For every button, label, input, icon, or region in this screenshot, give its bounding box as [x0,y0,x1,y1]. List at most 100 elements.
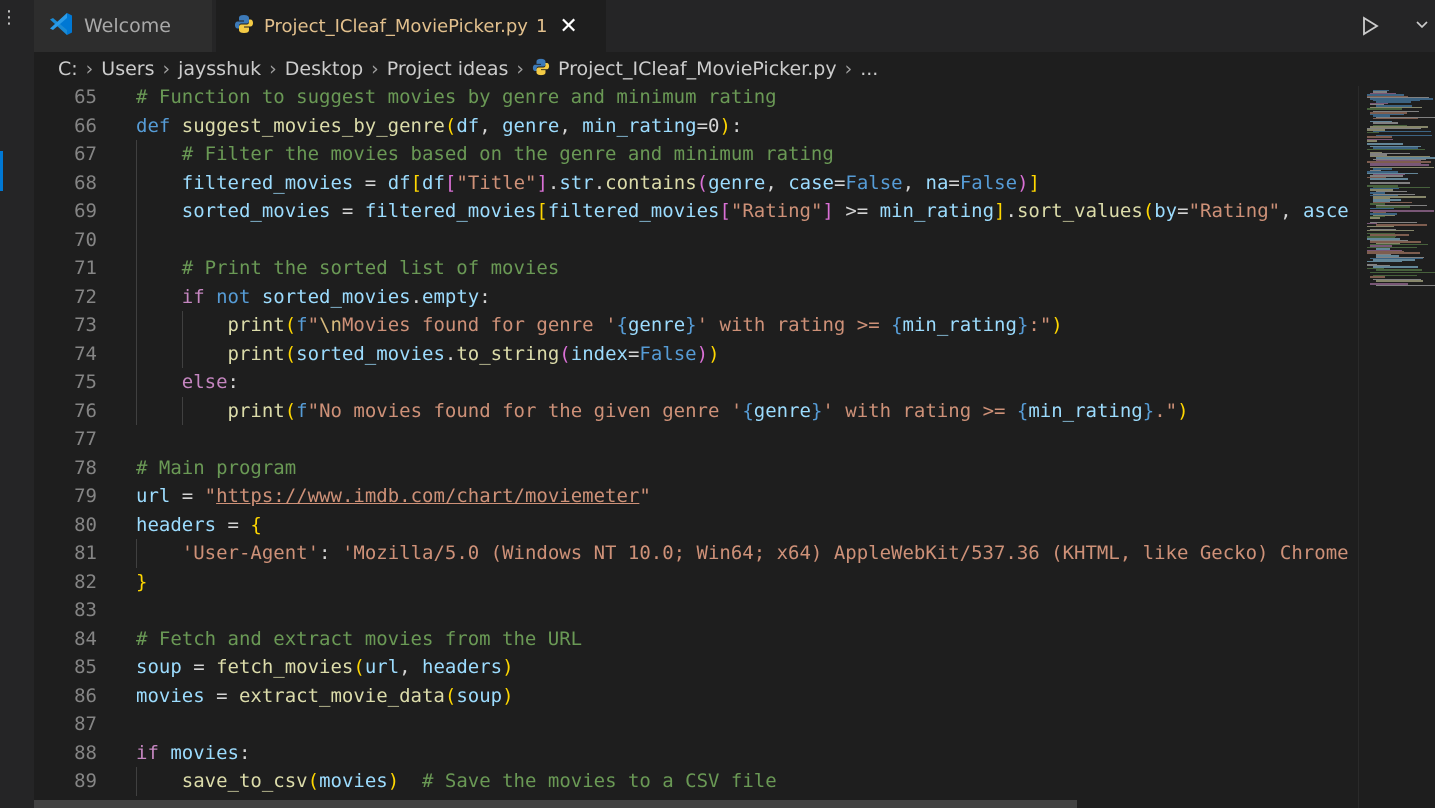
code-token: ( [284,399,297,422]
code-token: } [1016,314,1029,336]
code-line: 72 if not sorted_movies.empty: [34,282,1358,312]
minimap[interactable] [1358,86,1435,808]
minimap-line [1367,143,1404,145]
breadcrumb-item[interactable]: ... [860,58,878,80]
code-token: ) [696,342,709,365]
code-token: = [181,656,217,678]
code-token: ) [502,684,514,707]
code-token: url [364,656,400,678]
code-token: # Print the sorted list of movies [181,257,560,279]
code-token: = [948,171,960,194]
code-token: # Save the movies to a CSV file [422,770,777,792]
code-line: 68 filtered_movies = df[df["Title"].str.… [34,168,1358,197]
code-token: . [1005,200,1017,222]
code-token: ( [444,684,457,707]
code-text: print(f"\nMovies found for genre '{genre… [136,311,1063,340]
breadcrumb-item[interactable]: Users [101,58,154,80]
code-token: "No movies found for the given genre ' [307,399,743,422]
chevron-down-icon[interactable] [1415,17,1429,36]
python-icon [532,58,550,81]
line-number: 73 [74,314,97,336]
breadcrumb: C: › Users › jaysshuk › Desktop › Projec… [34,52,1435,86]
code-token: . [410,285,423,308]
code-line: 65 # Function to suggest movies by genre … [34,86,1358,112]
code-token: " [639,485,651,507]
active-view-indicator [0,151,3,191]
code-token: movies [170,741,239,764]
code-token: [ [444,171,457,194]
problems-badge: 1 [535,15,548,37]
code-token: = [696,114,709,137]
code-line: 75 else: [34,368,1358,397]
minimap-line [1367,132,1380,134]
code-token: { [250,513,262,536]
minimap-line [1373,130,1431,132]
code-token: sort_values [1016,200,1143,222]
code-token: "Title" [456,171,537,194]
line-number: 84 [74,627,97,650]
line-number: 74 [74,342,97,365]
minimap-line [1376,280,1423,282]
breadcrumb-item[interactable]: Project_ICleaf_MoviePicker.py [558,58,837,80]
breadcrumb-item[interactable]: jaysshuk [178,58,261,80]
code-line: 71 # Print the sorted list of movies [34,254,1358,283]
more-actions-icon[interactable]: ⋮ [0,8,18,28]
code-token: } [810,399,823,422]
minimap-line [1367,225,1395,228]
chevron-right-icon: › [85,58,94,80]
code-token: : [730,114,743,137]
horizontal-scrollbar[interactable] [34,800,1077,808]
code-token: " [204,485,217,507]
code-token: } [136,570,148,593]
code-text: movies = extract_movie_data(soup) [136,682,514,711]
code-token: False [639,342,697,365]
code-text: # Filter the movies based on the genre a… [136,140,834,169]
breadcrumb-item[interactable]: Project ideas [387,58,509,80]
breadcrumb-item[interactable]: Desktop [285,58,363,80]
line-number: 83 [74,599,97,621]
code-token: . [593,171,606,194]
chevron-right-icon: › [269,58,277,80]
code-token: f [296,314,308,336]
code-text: if not sorted_movies.empty: [136,283,491,312]
code-editor[interactable]: 65 # Function to suggest movies by genre … [34,86,1358,808]
line-number: 80 [74,513,97,536]
python-icon [234,14,254,39]
code-token: contains [605,171,697,194]
code-token: by [1154,200,1178,222]
code-line: 86 movies = extract_movie_data(soup) [34,682,1358,711]
code-text: sorted_movies = filtered_movies[filtered… [136,197,1349,226]
code-token: ) [387,770,400,792]
code-token: movies [136,684,205,707]
breadcrumb-item[interactable]: C: [58,58,78,80]
line-number: 77 [74,428,97,450]
line-number: 86 [74,684,97,707]
code-token: = [170,485,205,507]
code-line: 84 # Fetch and extract movies from the UR… [34,625,1358,654]
tab-welcome[interactable]: Welcome [34,0,212,52]
code-text: 'User-Agent': 'Mozilla/5.0 (Windows NT 1… [136,539,1349,568]
tab-label: Welcome [84,15,171,37]
indent-guide [136,225,137,254]
code-line: 80 headers = { [34,511,1358,540]
code-token: ( [284,314,297,336]
tab-project-file[interactable]: Project_ICleaf_MoviePicker.py 1 ✕ [216,0,606,52]
run-icon[interactable] [1359,15,1381,41]
code-text: def suggest_movies_by_genre(df, genre, m… [136,112,742,141]
code-token: False [959,171,1018,194]
code-token: headers [422,656,503,678]
close-icon[interactable]: ✕ [559,14,577,39]
code-token: " [307,314,320,336]
activity-bar: ⋮ [0,0,34,808]
code-line: 67 # Filter the movies based on the genr… [34,140,1358,169]
code-token: 'Mozilla/5.0 (Windows NT 10.0; Win64; x6… [341,542,1349,564]
code-text: } [136,568,147,597]
code-token: = [353,171,388,194]
code-token: . [444,342,457,365]
code-token: , [1280,200,1303,222]
